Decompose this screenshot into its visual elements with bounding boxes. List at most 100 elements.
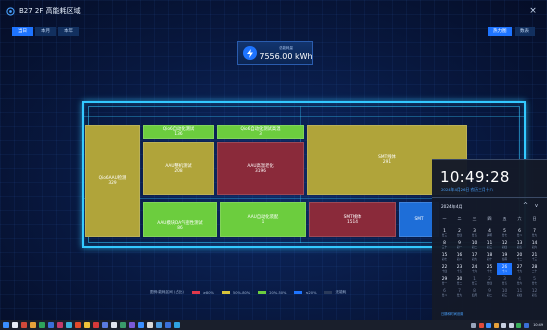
calendar-lunar-date: 初五 xyxy=(516,246,523,249)
calendar-day[interactable]: 10 初三 xyxy=(497,287,512,299)
calendar-day[interactable]: 2 廿四 xyxy=(482,275,497,287)
zone-qio6-aau-check[interactable]: Qio6AAU检测 329 xyxy=(85,125,140,237)
zone-aau-burn-in[interactable]: AAU高温老化 3196 xyxy=(217,142,304,195)
zone-smt-line-2[interactable]: SMT线体 1514 xyxy=(309,202,396,237)
tab-day[interactable]: 当日 xyxy=(12,27,33,36)
calendar-day[interactable]: 16 初八 xyxy=(452,251,467,263)
calendar-day[interactable]: 4 廿六 xyxy=(512,275,527,287)
calendar-month[interactable]: 2024年4月 xyxy=(441,204,463,210)
app-icon[interactable] xyxy=(75,322,81,328)
calendar-day[interactable]: 6 廿八 xyxy=(437,287,452,299)
legend-label: 50%-80% xyxy=(232,290,251,295)
zone-value: 329 xyxy=(108,181,117,186)
calendar-day[interactable]: 15 初七 xyxy=(437,251,452,263)
taskview-icon[interactable] xyxy=(21,322,27,328)
clock-date[interactable]: 2024年4月26日 农历三月十八 xyxy=(441,187,493,193)
calendar-day[interactable]: 1 廿三 xyxy=(437,227,452,239)
app-icon[interactable] xyxy=(120,322,126,328)
calendar-day[interactable]: 7 廿九 xyxy=(527,227,542,239)
app-tray-icon[interactable] xyxy=(486,322,492,328)
app-tray-icon[interactable] xyxy=(478,322,484,328)
calendar-day[interactable]: 13 初五 xyxy=(512,239,527,251)
calendar-day[interactable]: 8 四月 xyxy=(467,287,482,299)
calendar-day[interactable]: 30 廿二 xyxy=(452,275,467,287)
calendar-day[interactable]: 24 十六 xyxy=(467,263,482,275)
calendar-lunar-date: 初三 xyxy=(501,294,508,297)
zone-aau-auto-assembly[interactable]: AAU自动化装配 1 xyxy=(220,202,306,237)
calendar-day[interactable]: 5 廿七 xyxy=(497,227,512,239)
calendar-day[interactable]: 9 初一 xyxy=(452,239,467,251)
search-icon[interactable] xyxy=(12,322,18,328)
calendar-day[interactable]: 1 廿三 xyxy=(467,275,482,287)
zone-aau-airtight-test[interactable]: AAU模块DA气密性测试 86 xyxy=(143,202,217,237)
app-icon[interactable] xyxy=(93,322,99,328)
calendar-day[interactable]: 26 十八 xyxy=(497,263,512,275)
calendar-day[interactable]: 10 初二 xyxy=(467,239,482,251)
app-icon[interactable] xyxy=(39,322,45,328)
network-icon[interactable] xyxy=(501,322,507,328)
calendar-day[interactable]: 12 初五 xyxy=(527,287,542,299)
tray-clock[interactable]: 10:49 xyxy=(533,323,543,327)
calendar-day[interactable]: 27 十九 xyxy=(512,263,527,275)
app-icon[interactable] xyxy=(174,322,180,328)
app-icon[interactable] xyxy=(156,322,162,328)
calendar-day[interactable]: 8 三十 xyxy=(437,239,452,251)
legend-item: ≥80% xyxy=(191,290,214,295)
tab-heatmap[interactable]: 热力图 xyxy=(488,27,512,36)
calendar-day[interactable]: 9 初二 xyxy=(482,287,497,299)
calendar-day[interactable]: 11 初三 xyxy=(482,239,497,251)
app-icon[interactable] xyxy=(66,322,72,328)
app-icon[interactable] xyxy=(165,322,171,328)
calendar-day[interactable]: 23 十五 xyxy=(452,263,467,275)
calendar-day[interactable]: 29 廿一 xyxy=(437,275,452,287)
calendar-day[interactable]: 17 初九 xyxy=(467,251,482,263)
app-tray-icon[interactable] xyxy=(523,322,529,328)
app-icon[interactable] xyxy=(102,322,108,328)
close-button[interactable]: × xyxy=(528,6,538,16)
calendar-lunar-date: 廿一 xyxy=(441,282,448,285)
calendar-day[interactable]: 19 谷雨 xyxy=(497,251,512,263)
calendar-day[interactable]: 12 初四 xyxy=(497,239,512,251)
app-icon[interactable] xyxy=(48,322,54,328)
app-icon[interactable] xyxy=(138,322,144,328)
calendar-day[interactable]: 11 初四 xyxy=(512,287,527,299)
calendar-lunar-date: 二十 xyxy=(531,270,538,273)
calendar-day[interactable]: 21 十三 xyxy=(527,251,542,263)
tab-month[interactable]: 本月 xyxy=(35,27,56,36)
app-tray-icon[interactable] xyxy=(493,322,499,328)
volume-icon[interactable] xyxy=(508,322,514,328)
calendar-day[interactable]: 25 十七 xyxy=(482,263,497,275)
calendar-day[interactable]: 7 廿九 xyxy=(452,287,467,299)
app-icon[interactable] xyxy=(111,322,117,328)
zone-qio6-auto-test-hightemp[interactable]: Qio6自动化测试高温 3 xyxy=(217,125,304,139)
app-icon[interactable] xyxy=(84,322,90,328)
calendar-day[interactable]: 6 廿八 xyxy=(512,227,527,239)
zone-aau-full-test[interactable]: AAU整机测试 208 xyxy=(143,142,214,195)
app-icon[interactable] xyxy=(129,322,135,328)
calendar-day[interactable]: 18 初十 xyxy=(482,251,497,263)
calendar-day[interactable]: 14 初六 xyxy=(527,239,542,251)
calendar-day[interactable]: 20 十二 xyxy=(512,251,527,263)
calendar-day[interactable]: 3 廿五 xyxy=(467,227,482,239)
calendar-day[interactable]: 3 廿五 xyxy=(497,275,512,287)
chevron-up-icon[interactable] xyxy=(471,322,477,328)
tab-table[interactable]: 数表 xyxy=(514,27,535,36)
calendar-next-icon[interactable]: v xyxy=(535,203,538,209)
legend-label: ≥80% xyxy=(202,290,214,295)
date-time-settings-link[interactable]: 日期和时间设置 xyxy=(441,311,463,316)
tab-year[interactable]: 本年 xyxy=(58,27,79,36)
calendar-day[interactable]: 28 二十 xyxy=(527,263,542,275)
app-tray-icon[interactable] xyxy=(516,322,522,328)
calendar-day[interactable]: 5 廿七 xyxy=(527,275,542,287)
calendar-prev-icon[interactable]: ^ xyxy=(523,202,528,209)
calendar-day[interactable]: 22 十四 xyxy=(437,263,452,275)
calendar-day[interactable]: 4 清明 xyxy=(482,227,497,239)
app-icon[interactable] xyxy=(30,322,36,328)
app-icon[interactable] xyxy=(147,322,153,328)
calendar-day[interactable]: 2 廿四 xyxy=(452,227,467,239)
zone-qio6-auto-test[interactable]: Qio6自动化测试 136 xyxy=(143,125,214,139)
system-tray: 10:49 xyxy=(471,320,543,330)
start-icon[interactable] xyxy=(3,322,9,328)
calendar-lunar-date: 初五 xyxy=(531,294,538,297)
app-icon[interactable] xyxy=(57,322,63,328)
